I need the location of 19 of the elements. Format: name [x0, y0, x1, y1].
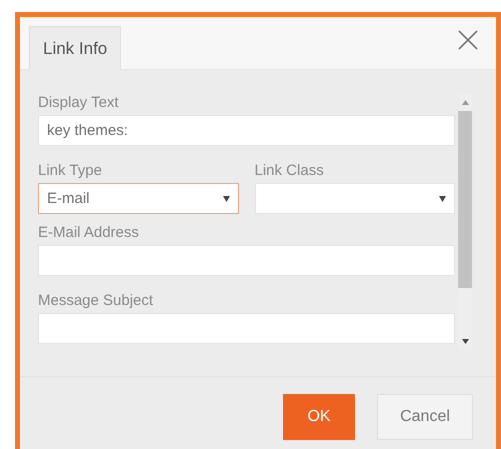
field-label: E-Mail Address	[38, 224, 139, 242]
field-label: Link Type	[38, 162, 102, 180]
close-icon[interactable]	[458, 30, 478, 50]
scrollbar-thumb[interactable]	[458, 111, 472, 288]
field-label: Display Text	[38, 94, 119, 112]
ok-button[interactable]: OK	[283, 394, 355, 440]
cancel-button[interactable]: Cancel	[377, 394, 473, 440]
input-field[interactable]	[38, 245, 455, 276]
scroll-down-icon[interactable]	[462, 339, 468, 344]
tab[interactable]: Link Info	[29, 26, 122, 70]
dropdown-caret-icon	[222, 196, 230, 202]
dropdown[interactable]	[254, 183, 455, 214]
scroll-up-icon[interactable]	[462, 100, 468, 105]
dropdown[interactable]: E-mail	[38, 183, 238, 214]
input-field[interactable]	[38, 313, 455, 344]
input-field[interactable]: key themes:	[38, 115, 455, 146]
field-label: Link Class	[254, 162, 324, 180]
field-label: Message Subject	[38, 292, 154, 310]
dropdown-caret-icon	[439, 196, 446, 202]
